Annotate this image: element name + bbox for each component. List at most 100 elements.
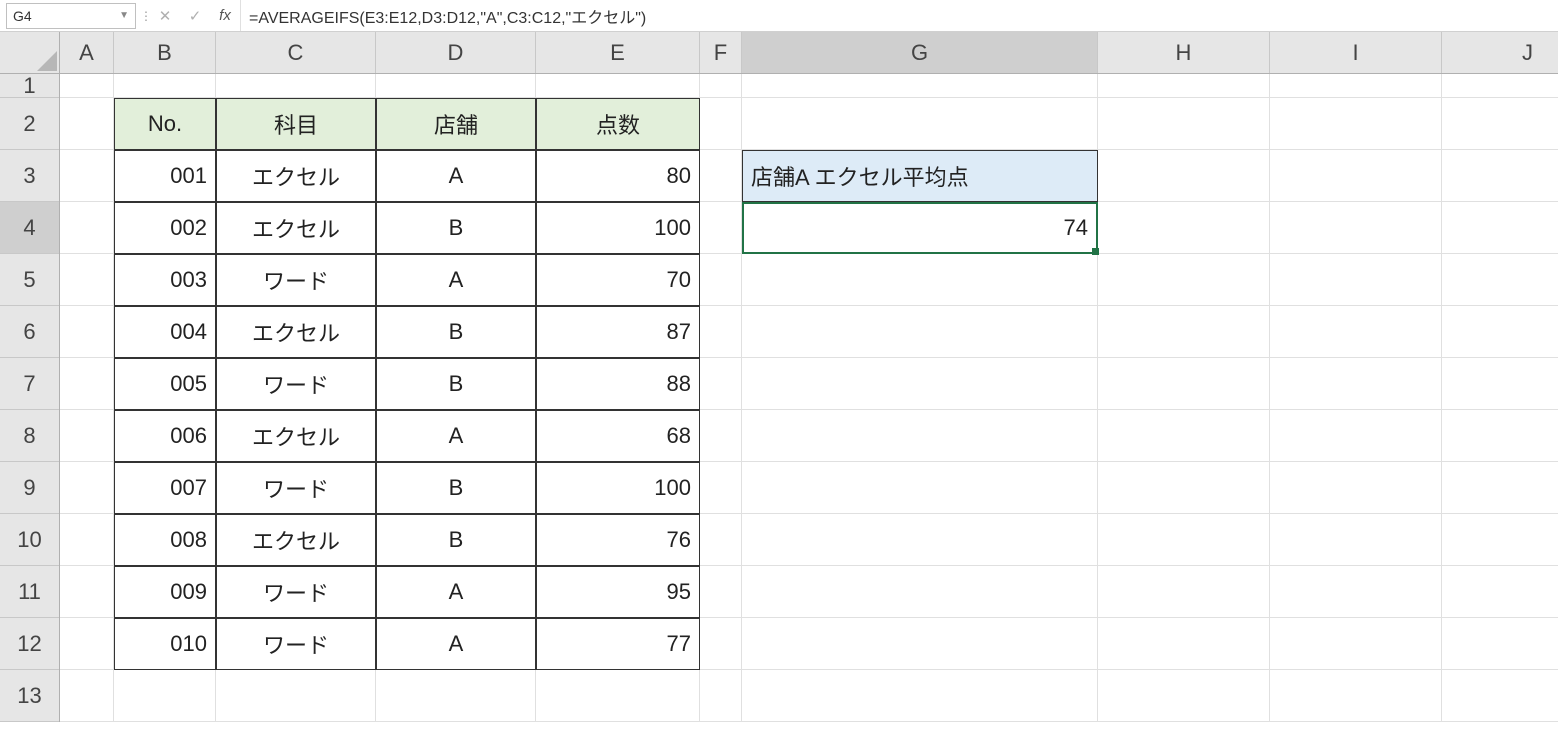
cell-A13[interactable]	[60, 670, 114, 722]
cell-A10[interactable]	[60, 514, 114, 566]
cell-H2[interactable]	[1098, 98, 1270, 150]
cell-E1[interactable]	[536, 74, 700, 98]
cell-F12[interactable]	[700, 618, 742, 670]
cell-A8[interactable]	[60, 410, 114, 462]
cancel-icon[interactable]: ✕	[150, 7, 180, 25]
name-box[interactable]: G4 ▼	[6, 3, 136, 29]
cell-D12[interactable]: A	[376, 618, 536, 670]
cell-B8[interactable]: 006	[114, 410, 216, 462]
cell-G11[interactable]	[742, 566, 1098, 618]
cell-B3[interactable]: 001	[114, 150, 216, 202]
cell-C9[interactable]: ワード	[216, 462, 376, 514]
cell-F7[interactable]	[700, 358, 742, 410]
cell-J10[interactable]	[1442, 514, 1558, 566]
cell-G12[interactable]	[742, 618, 1098, 670]
cell-B11[interactable]: 009	[114, 566, 216, 618]
cell-F11[interactable]	[700, 566, 742, 618]
cell-C3[interactable]: エクセル	[216, 150, 376, 202]
cell-E11[interactable]: 95	[536, 566, 700, 618]
cell-I11[interactable]	[1270, 566, 1442, 618]
cell-E12[interactable]: 77	[536, 618, 700, 670]
cell-C2[interactable]: 科目	[216, 98, 376, 150]
cell-F13[interactable]	[700, 670, 742, 722]
cell-H10[interactable]	[1098, 514, 1270, 566]
column-header-A[interactable]: A	[60, 32, 114, 73]
cell-G3[interactable]: 店舗A エクセル平均点	[742, 150, 1098, 202]
cell-A1[interactable]	[60, 74, 114, 98]
cell-C10[interactable]: エクセル	[216, 514, 376, 566]
row-header-1[interactable]: 1	[0, 74, 59, 98]
row-header-4[interactable]: 4	[0, 202, 59, 254]
cell-D1[interactable]	[376, 74, 536, 98]
column-header-E[interactable]: E	[536, 32, 700, 73]
chevron-down-icon[interactable]: ▼	[119, 10, 129, 21]
cell-J13[interactable]	[1442, 670, 1558, 722]
cell-E9[interactable]: 100	[536, 462, 700, 514]
cell-J9[interactable]	[1442, 462, 1558, 514]
cell-E4[interactable]: 100	[536, 202, 700, 254]
cell-F8[interactable]	[700, 410, 742, 462]
cell-B12[interactable]: 010	[114, 618, 216, 670]
column-header-H[interactable]: H	[1098, 32, 1270, 73]
cell-I13[interactable]	[1270, 670, 1442, 722]
row-header-12[interactable]: 12	[0, 618, 59, 670]
cell-C13[interactable]	[216, 670, 376, 722]
cell-D13[interactable]	[376, 670, 536, 722]
cell-B9[interactable]: 007	[114, 462, 216, 514]
cell-G4[interactable]: 74	[742, 202, 1098, 254]
cell-I6[interactable]	[1270, 306, 1442, 358]
cell-G7[interactable]	[742, 358, 1098, 410]
cell-B2[interactable]: No.	[114, 98, 216, 150]
cell-H1[interactable]	[1098, 74, 1270, 98]
cell-G8[interactable]	[742, 410, 1098, 462]
cell-H12[interactable]	[1098, 618, 1270, 670]
cell-G6[interactable]	[742, 306, 1098, 358]
cell-B1[interactable]	[114, 74, 216, 98]
cell-G13[interactable]	[742, 670, 1098, 722]
cell-grid[interactable]: No.科目店舗点数001エクセルA80店舗A エクセル平均点002エクセルB10…	[60, 74, 1558, 722]
cell-B4[interactable]: 002	[114, 202, 216, 254]
cell-E8[interactable]: 68	[536, 410, 700, 462]
cell-C12[interactable]: ワード	[216, 618, 376, 670]
cell-F2[interactable]	[700, 98, 742, 150]
formula-input[interactable]: =AVERAGEIFS(E3:E12,D3:D12,"A",C3:C12,"エク…	[240, 0, 1558, 31]
column-header-J[interactable]: J	[1442, 32, 1558, 73]
cell-H6[interactable]	[1098, 306, 1270, 358]
row-header-7[interactable]: 7	[0, 358, 59, 410]
cell-I10[interactable]	[1270, 514, 1442, 566]
cell-A12[interactable]	[60, 618, 114, 670]
cell-E10[interactable]: 76	[536, 514, 700, 566]
cell-D10[interactable]: B	[376, 514, 536, 566]
cell-I4[interactable]	[1270, 202, 1442, 254]
cell-G5[interactable]	[742, 254, 1098, 306]
cell-B5[interactable]: 003	[114, 254, 216, 306]
cell-D9[interactable]: B	[376, 462, 536, 514]
cell-I2[interactable]	[1270, 98, 1442, 150]
cell-I3[interactable]	[1270, 150, 1442, 202]
cell-H5[interactable]	[1098, 254, 1270, 306]
column-header-F[interactable]: F	[700, 32, 742, 73]
cell-H11[interactable]	[1098, 566, 1270, 618]
cell-A4[interactable]	[60, 202, 114, 254]
cell-A6[interactable]	[60, 306, 114, 358]
row-header-6[interactable]: 6	[0, 306, 59, 358]
cell-F4[interactable]	[700, 202, 742, 254]
column-header-D[interactable]: D	[376, 32, 536, 73]
cell-C6[interactable]: エクセル	[216, 306, 376, 358]
cell-I12[interactable]	[1270, 618, 1442, 670]
cell-J4[interactable]	[1442, 202, 1558, 254]
cell-B6[interactable]: 004	[114, 306, 216, 358]
select-all-corner[interactable]	[0, 32, 60, 74]
cell-J1[interactable]	[1442, 74, 1558, 98]
cell-B7[interactable]: 005	[114, 358, 216, 410]
cell-H9[interactable]	[1098, 462, 1270, 514]
cell-C4[interactable]: エクセル	[216, 202, 376, 254]
row-header-11[interactable]: 11	[0, 566, 59, 618]
cell-A11[interactable]	[60, 566, 114, 618]
cell-F6[interactable]	[700, 306, 742, 358]
cell-G2[interactable]	[742, 98, 1098, 150]
cell-H8[interactable]	[1098, 410, 1270, 462]
row-header-13[interactable]: 13	[0, 670, 59, 722]
cell-D5[interactable]: A	[376, 254, 536, 306]
cell-C8[interactable]: エクセル	[216, 410, 376, 462]
